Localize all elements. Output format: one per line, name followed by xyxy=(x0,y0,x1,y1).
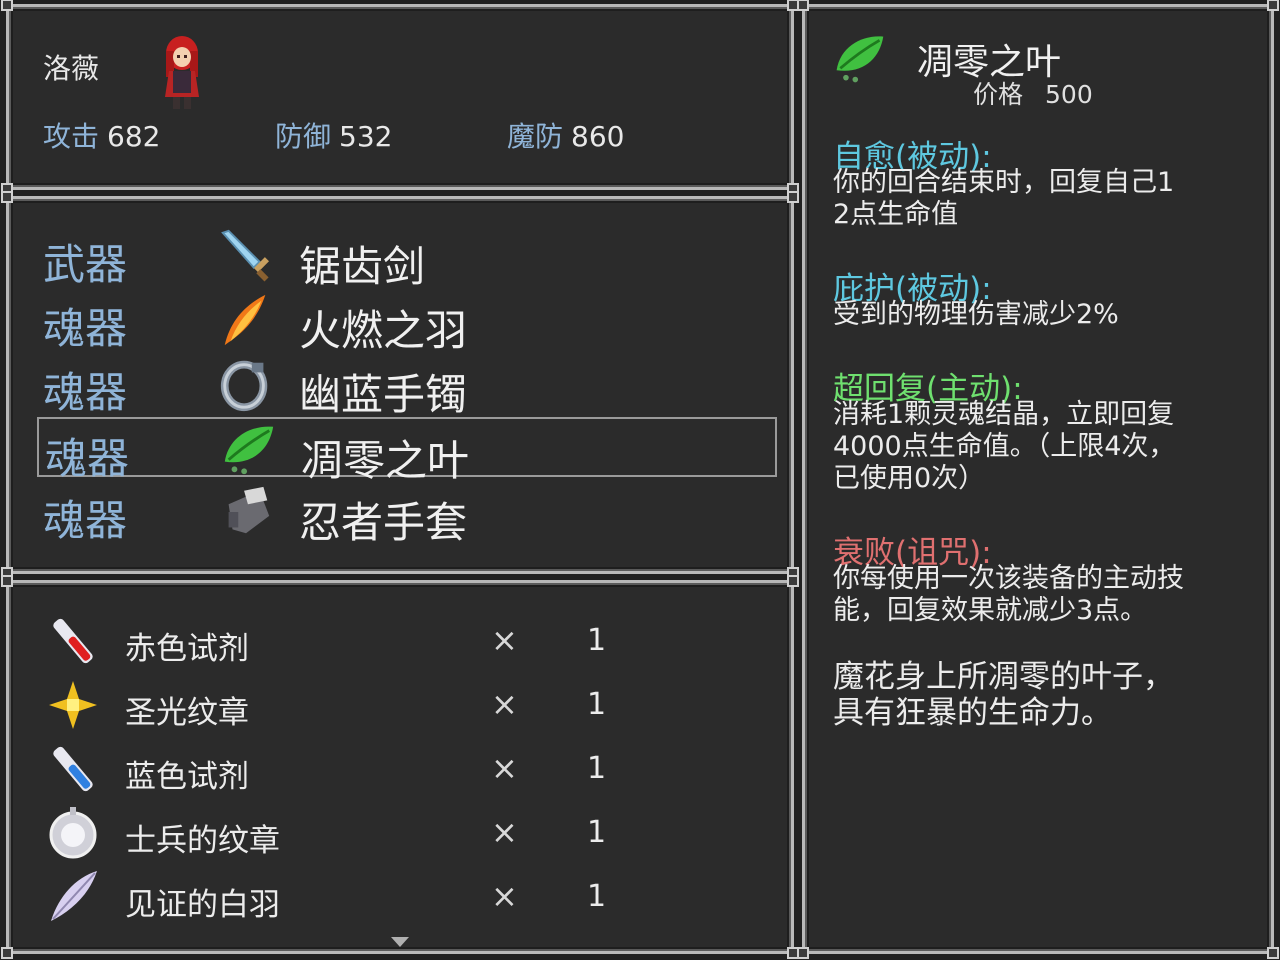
equipment-panel: 武器 锯齿剑 魂器 火燃之羽 魂器 幽蓝手镯 魂器 凋零之叶 魂器 忍者手套 xyxy=(1,191,799,579)
inventory-item[interactable]: 赤色试剂 × 1 xyxy=(43,611,743,671)
times-icon: × xyxy=(491,877,518,915)
frame-corner xyxy=(1,575,13,587)
item-name: 赤色试剂 xyxy=(125,631,249,667)
equip-item-name: 火燃之羽 xyxy=(299,306,468,355)
inventory-item[interactable]: 士兵的纹章 × 1 xyxy=(43,803,743,863)
skill-desc-line: 已使用0次） xyxy=(833,463,986,494)
item-detail-panel: 凋零之叶 价格 500 自愈(被动): 你的回合结束时，回复自己1 2点生命值 庇… xyxy=(797,0,1279,959)
equip-slot-label: 武器 xyxy=(43,240,128,289)
sword-icon xyxy=(221,229,269,282)
price-value: 500 xyxy=(1045,80,1093,109)
leaf-icon xyxy=(224,426,274,475)
equip-item-name: 幽蓝手镯 xyxy=(299,370,468,419)
detail-price: 价格 500 xyxy=(973,75,1093,111)
equip-slot-label: 魂器 xyxy=(43,368,128,417)
item-quantity: 1 xyxy=(587,879,607,914)
frame-corner xyxy=(787,575,799,587)
frame-corner xyxy=(797,0,809,11)
frame-corner xyxy=(1,191,13,203)
inventory-panel: 赤色试剂 × 1 圣光纹章 × 1 蓝色试剂 × 1 士兵的纹章 × 1 见证的… xyxy=(1,575,799,959)
stat-label: 防御 xyxy=(275,120,332,153)
frame-corner xyxy=(1267,947,1279,959)
inventory-item[interactable]: 圣光纹章 × 1 xyxy=(43,675,743,735)
inventory-item[interactable]: 见证的白羽 × 1 xyxy=(43,867,743,927)
glove-icon xyxy=(228,486,270,534)
character-name: 洛薇 xyxy=(43,52,100,85)
skill-desc-line: 能，回复效果就减少3点。 xyxy=(833,595,1148,626)
stat-attack: 攻击 682 xyxy=(43,115,160,155)
soldier-emblem-icon xyxy=(49,807,97,859)
red-potion-icon xyxy=(53,618,93,664)
flavor-text: 魔花身上所凋零的叶子， 具有狂暴的生命力。 xyxy=(833,659,1263,731)
item-name: 士兵的纹章 xyxy=(125,823,280,859)
inventory-item[interactable]: 蓝色试剂 × 1 xyxy=(43,739,743,799)
flavor-line: 具有狂暴的生命力。 xyxy=(833,695,1112,731)
stat-label: 攻击 xyxy=(43,120,100,153)
equip-slot-label: 魂器 xyxy=(43,496,128,545)
item-quantity: 1 xyxy=(587,623,607,658)
flame-feather-icon xyxy=(224,294,266,346)
times-icon: × xyxy=(491,749,518,787)
item-name: 蓝色试剂 xyxy=(125,759,249,795)
equip-slot-label: 魂器 xyxy=(45,434,130,483)
skill-description: 受到的物理伤害减少2% xyxy=(833,299,1263,331)
skill-description: 消耗1颗灵魂结晶，立即回复 4000点生命值。（上限4次， 已使用0次） xyxy=(833,399,1263,495)
stat-value: 860 xyxy=(571,120,625,153)
bracelet-icon xyxy=(220,360,268,412)
item-name: 圣光纹章 xyxy=(125,695,249,731)
equip-slot-label: 魂器 xyxy=(43,304,128,353)
stat-magic-defense: 魔防 860 xyxy=(507,115,624,155)
skill-desc-line: 受到的物理伤害减少2% xyxy=(833,299,1119,330)
times-icon: × xyxy=(491,813,518,851)
stat-value: 532 xyxy=(339,120,393,153)
frame-corner xyxy=(787,191,799,203)
equip-slot-soul-4[interactable]: 魂器 忍者手套 xyxy=(37,481,777,547)
blue-potion-icon xyxy=(53,746,93,792)
white-feather-icon xyxy=(51,871,97,921)
item-quantity: 1 xyxy=(587,815,607,850)
times-icon: × xyxy=(491,685,518,723)
item-name: 见证的白羽 xyxy=(125,887,280,923)
leaf-icon xyxy=(836,36,884,83)
equip-item-name: 凋零之叶 xyxy=(301,436,470,485)
flavor-line: 魔花身上所凋零的叶子， xyxy=(833,659,1174,695)
equip-slot-soul-2[interactable]: 魂器 幽蓝手镯 xyxy=(37,353,777,419)
frame-corner xyxy=(1267,0,1279,11)
equip-slot-soul-3[interactable]: 魂器 凋零之叶 xyxy=(37,417,777,485)
equip-slot-soul-1[interactable]: 魂器 火燃之羽 xyxy=(37,289,777,355)
skill-desc-line: 2点生命值 xyxy=(833,199,959,230)
character-status-panel: 洛薇 攻击 682 防御 532 魔防 860 xyxy=(1,0,799,195)
equip-item-name: 忍者手套 xyxy=(299,498,468,547)
times-icon: × xyxy=(491,621,518,659)
item-quantity: 1 xyxy=(587,751,607,786)
skill-desc-line: 4000点生命值。（上限4次， xyxy=(833,431,1176,462)
character-sprite-icon xyxy=(165,36,199,109)
stat-label: 魔防 xyxy=(507,120,564,153)
skill-desc-line: 你每使用一次该装备的主动技 xyxy=(833,563,1184,594)
skill-description: 你每使用一次该装备的主动技 能，回复效果就减少3点。 xyxy=(833,563,1263,627)
stat-value: 682 xyxy=(107,120,161,153)
frame-corner xyxy=(797,947,809,959)
skill-description: 你的回合结束时，回复自己1 2点生命值 xyxy=(833,167,1263,231)
price-label: 价格 xyxy=(973,80,1024,109)
frame-corner xyxy=(1,0,13,11)
holy-emblem-icon xyxy=(49,681,97,729)
frame-corner xyxy=(1,947,13,959)
scroll-down-icon[interactable] xyxy=(389,935,411,949)
skill-desc-line: 你的回合结束时，回复自己1 xyxy=(833,167,1175,198)
skill-desc-line: 消耗1颗灵魂结晶，立即回复 xyxy=(833,399,1175,430)
equip-slot-weapon[interactable]: 武器 锯齿剑 xyxy=(37,225,777,291)
equip-item-name: 锯齿剑 xyxy=(299,242,426,291)
item-quantity: 1 xyxy=(587,687,607,722)
stat-defense: 防御 532 xyxy=(275,115,392,155)
